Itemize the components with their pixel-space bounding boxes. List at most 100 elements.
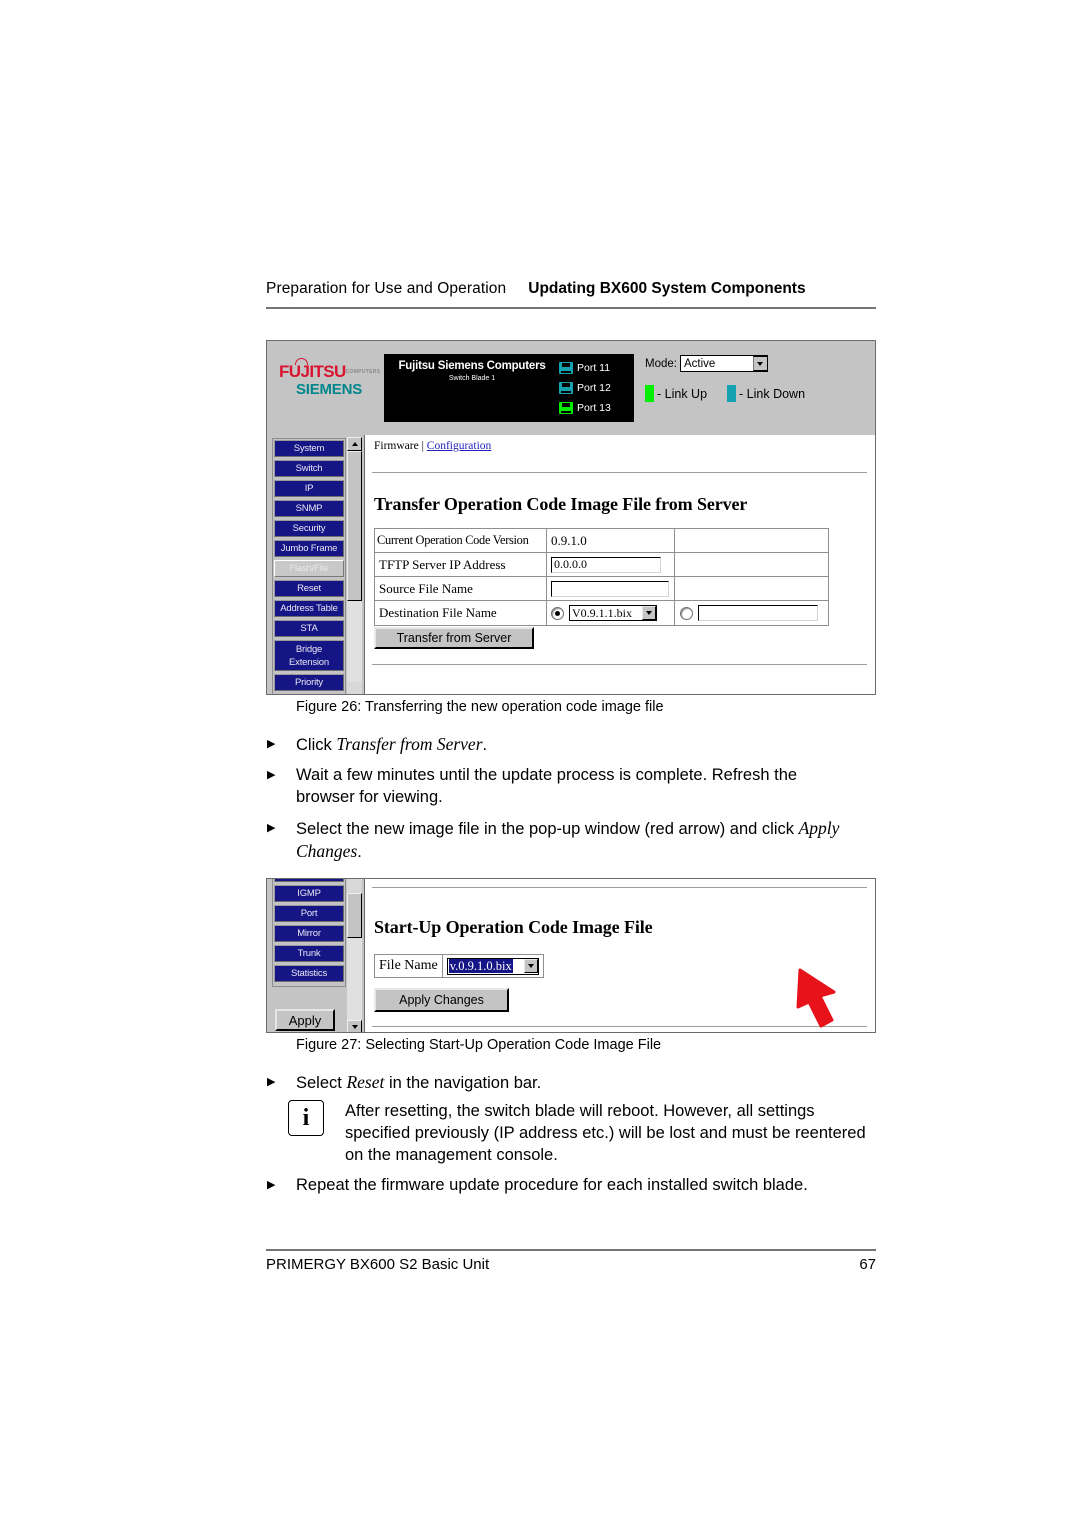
destination-radio-existing[interactable] [551, 606, 564, 620]
instruction-bullet-2: ▶ Wait a few minutes until the update pr… [266, 764, 876, 808]
link-down-label: - Link Down [739, 386, 806, 401]
table-row: Destination File Name V0.9.1.1.bix [375, 601, 828, 625]
link-up-label: - Link Up [657, 386, 708, 401]
nav-item-mirror[interactable]: Mirror [274, 925, 344, 942]
nav-item-vlan[interactable]: VLAN [274, 879, 344, 882]
nav-item-reset[interactable]: Reset [274, 580, 344, 597]
instruction-text-3: Select the new image file in the pop-up … [296, 817, 874, 863]
bullet-glyph-icon: ▶ [267, 1076, 276, 1088]
figure-27-caption: Figure 27: Selecting Start-Up Operation … [296, 1037, 662, 1053]
nav-item-flash-file[interactable]: Flash/File [274, 560, 344, 577]
nav-item-port[interactable]: Port [274, 905, 344, 922]
port-row[interactable]: Port 12 [559, 378, 611, 398]
mode-select[interactable]: Active [679, 355, 768, 372]
nav-item-sta[interactable]: STA [274, 620, 344, 637]
row-field-destination-text [675, 601, 828, 625]
nav-item-address-table[interactable]: Address Table [274, 600, 344, 617]
nav-item-bridge-line1: Bridge [295, 643, 323, 655]
nav-item-ip[interactable]: IP [274, 480, 344, 497]
scroll-up-button[interactable] [347, 437, 362, 451]
destination-file-input[interactable] [698, 605, 818, 621]
scrollbar-track[interactable] [347, 893, 362, 1020]
panel-title: Start-Up Operation Code Image File [374, 917, 653, 937]
port-row[interactable]: Port 13 [559, 398, 611, 418]
navigation-bar: System Switch IP SNMP Security Jumbo Fra… [272, 438, 346, 694]
logo-siemens-text: SIEMENS [295, 381, 363, 398]
running-head-rule [266, 307, 876, 309]
nav-item-jumbo-frame[interactable]: Jumbo Frame [274, 540, 344, 557]
red-arrow-annotation-icon [796, 968, 836, 1028]
info-icon: i [288, 1100, 324, 1136]
row-value-current-version: 0.9.1.0 [547, 529, 675, 552]
file-name-select[interactable]: v.0.9.1.0.bix [446, 957, 539, 975]
transfer-from-server-button[interactable]: Transfer from Server [374, 627, 534, 649]
scrollbar-thumb[interactable] [347, 893, 362, 938]
b1-pre: Click [296, 736, 337, 754]
chevron-down-icon[interactable] [752, 356, 768, 371]
port-jack-icon [559, 402, 573, 414]
link-up-swatch-icon [645, 385, 654, 402]
console-body: VLAN IGMP Port Mirror Trunk Statistics A… [267, 879, 875, 1032]
destination-file-select-value: V0.9.1.1.bix [572, 605, 632, 620]
vertical-scrollbar[interactable] [347, 879, 362, 1032]
tftp-ip-input[interactable]: 0.0.0.0 [551, 556, 661, 573]
port-label: Port 12 [577, 382, 611, 394]
b3-pre: Select the new image file in the pop-up … [296, 820, 799, 838]
nav-item-security[interactable]: Security [274, 520, 344, 537]
row-spacer [675, 553, 828, 576]
footer-rule [266, 1249, 876, 1251]
table-row: TFTP Server IP Address 0.0.0.0 [375, 553, 828, 577]
fujitsu-siemens-logo: FUJITSUCOMPUTERS SIEMENS [279, 358, 380, 398]
port-label: Port 13 [577, 402, 611, 414]
nav-item-igmp[interactable]: IGMP [274, 885, 344, 902]
content-divider-bottom [372, 1026, 867, 1027]
file-name-label: File Name [375, 955, 443, 977]
page-number: 67 [859, 1256, 876, 1273]
vertical-scrollbar[interactable] [347, 437, 362, 694]
device-title: Fujitsu Siemens Computers [398, 360, 546, 372]
apply-changes-button[interactable]: Apply Changes [374, 988, 509, 1012]
chevron-down-icon[interactable] [642, 606, 656, 620]
mode-label: Mode: [645, 357, 677, 370]
nav-item-priority[interactable]: Priority [274, 674, 344, 691]
bullet-glyph-icon: ▶ [267, 822, 276, 834]
link-down-swatch-icon [727, 385, 737, 402]
file-name-select-value: v.0.9.1.0.bix [448, 959, 513, 973]
source-file-input[interactable] [551, 580, 669, 597]
bullet-glyph-icon: ▶ [267, 769, 276, 781]
instruction-bullet-3: ▶ Select the new image file in the pop-u… [266, 817, 876, 863]
figure-26-caption: Figure 26: Transferring the new operatio… [296, 699, 664, 715]
port-label: Port 11 [577, 362, 611, 374]
file-name-row: File Name v.0.9.1.0.bix [374, 954, 544, 978]
scrollbar-thumb[interactable] [347, 451, 362, 601]
row-spacer [675, 529, 828, 552]
row-label-tftp-ip: TFTP Server IP Address [375, 553, 547, 576]
destination-radio-new[interactable] [680, 606, 693, 620]
instruction-bullet-5: ▶ Repeat the firmware update procedure f… [266, 1174, 876, 1196]
apply-button[interactable]: Apply [275, 1009, 335, 1031]
nav-item-bridge-line2: Extension [289, 656, 329, 668]
nav-item-bridge-extension[interactable]: Bridge Extension [274, 640, 344, 671]
footer-title: PRIMERGY BX600 S2 Basic Unit [266, 1256, 490, 1273]
figure-27-screenshot: VLAN IGMP Port Mirror Trunk Statistics A… [266, 878, 876, 1033]
note-callout: i After resetting, the switch blade will… [288, 1100, 876, 1166]
breadcrumb-separator: | [421, 440, 424, 452]
nav-item-system[interactable]: System [274, 440, 344, 457]
file-name-field: v.0.9.1.0.bix [443, 955, 543, 977]
port-row[interactable]: Port 11 [559, 358, 611, 378]
nav-item-trunk[interactable]: Trunk [274, 945, 344, 962]
instruction-text-5: Repeat the firmware update procedure for… [296, 1176, 808, 1194]
logo-fujitsu-text: FUJITSUCOMPUTERS [279, 358, 380, 380]
nav-item-snmp[interactable]: SNMP [274, 500, 344, 517]
nav-item-statistics[interactable]: Statistics [274, 965, 344, 982]
breadcrumb-link-configuration[interactable]: Configuration [427, 440, 492, 452]
scroll-down-button[interactable] [347, 1020, 362, 1032]
nav-item-switch[interactable]: Switch [274, 460, 344, 477]
b4-post: in the navigation bar. [384, 1074, 542, 1092]
row-label-source-file: Source File Name [375, 577, 547, 600]
chevron-down-icon[interactable] [523, 958, 538, 973]
row-field-tftp-ip: 0.0.0.0 [547, 553, 675, 576]
destination-file-select[interactable]: V0.9.1.1.bix [569, 605, 657, 621]
scrollbar-track[interactable] [347, 451, 362, 682]
switch-banner: FUJITSUCOMPUTERS SIEMENS Fujitsu Siemens… [267, 341, 875, 435]
